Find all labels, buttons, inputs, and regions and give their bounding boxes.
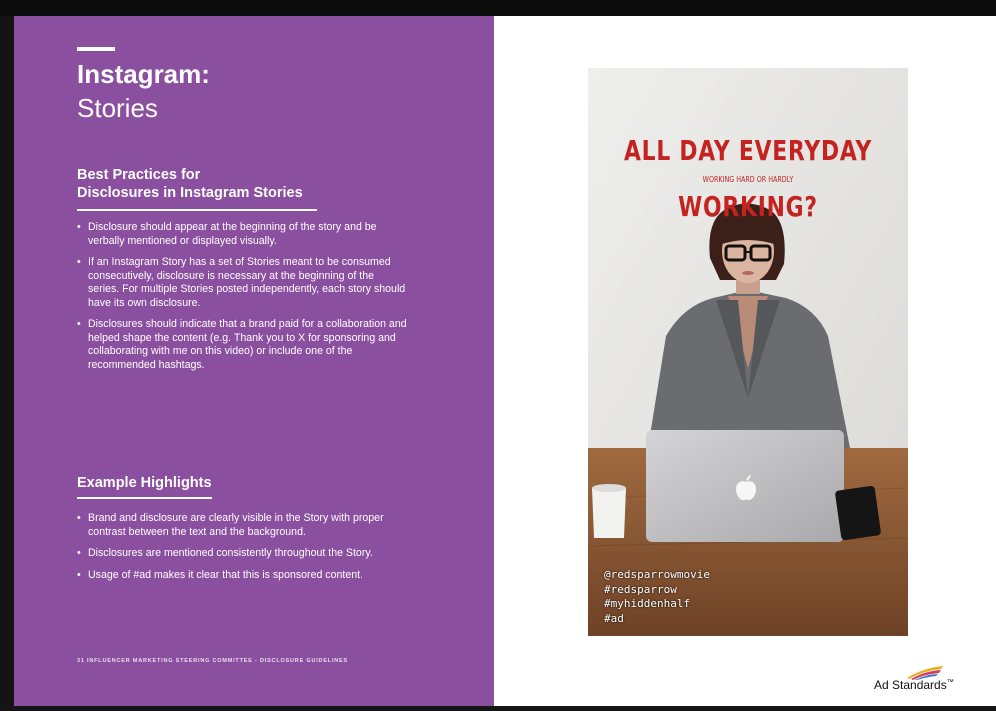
top-border <box>0 0 996 16</box>
story-tag: #myhiddenhalf <box>604 597 691 610</box>
brand-name: Ad Standards™ <box>874 678 954 692</box>
highlight-item: Brand and disclosure are clearly visible… <box>77 512 422 539</box>
story-tag: #ad <box>604 611 624 625</box>
story-headline-bottom: WORKING? <box>678 190 818 223</box>
page-subtitle: Stories <box>77 93 158 123</box>
example-highlights-list: Brand and disclosure are clearly visible… <box>77 512 422 590</box>
best-practice-item: If an Instagram Story has a set of Stori… <box>77 256 407 310</box>
page-footer: 31 INFLUENCER MARKETING STEERING COMMITT… <box>77 658 348 664</box>
instagram-story-example: ALL DAY EVERYDAY WORKING HARD OR HARDLY … <box>588 68 908 636</box>
best-practices-list: Disclosure should appear at the beginnin… <box>77 221 407 380</box>
left-border <box>0 16 14 706</box>
example-highlights-heading: Example Highlights <box>77 475 212 491</box>
best-practices-rule <box>77 209 317 211</box>
best-practice-item: Disclosures should indicate that a brand… <box>77 318 407 372</box>
highlight-item: Disclosures are mentioned consistently t… <box>77 547 422 561</box>
highlight-item: Usage of #ad makes it clear that this is… <box>77 569 422 583</box>
example-highlights-rule <box>77 497 212 499</box>
brand-trademark: ™ <box>946 679 954 686</box>
apple-logo-icon <box>736 475 756 501</box>
best-practice-item: Disclosure should appear at the beginnin… <box>77 221 407 248</box>
page-title: Instagram: <box>77 59 210 89</box>
story-tags: @redsparrowmovie #redsparrow #myhiddenha… <box>604 568 710 626</box>
bottom-border <box>0 706 996 711</box>
story-tag: @redsparrowmovie <box>604 568 710 581</box>
story-headline-top: ALL DAY EVERYDAY <box>623 134 873 167</box>
story-tag: #redsparrow <box>604 582 677 596</box>
best-practices-heading-line1: Best Practices for <box>77 167 201 183</box>
title-accent-bar <box>77 47 115 51</box>
brand-name-text: Ad Standards <box>874 678 947 692</box>
best-practices-heading-line2: Disclosures in Instagram Stories <box>77 185 303 201</box>
story-headline-middle: WORKING HARD OR HARDLY <box>702 175 794 184</box>
